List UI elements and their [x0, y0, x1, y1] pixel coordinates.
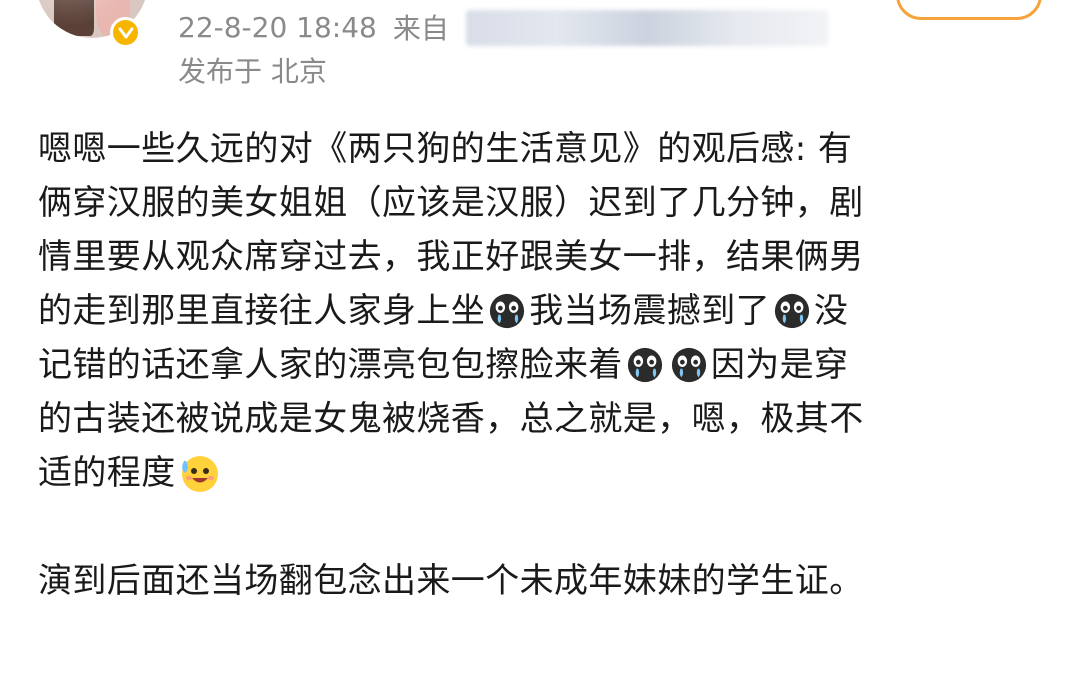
post-body: 嗯嗯一些久远的对《两只狗的生活意见》的观后感: 有 俩穿汉服的美女姐姐（应该是汉…	[38, 122, 1048, 608]
crying-emoji-icon	[490, 293, 525, 329]
post-text-line: 适的程度	[38, 446, 1048, 500]
post-text-line: 的走到那里直接往人家身上坐 我当场震撼到了 没	[38, 291, 849, 331]
post-text-line: 情里要从观众席穿过去，我正好跟美女一排，结果俩男	[38, 237, 864, 277]
sweat-smile-emoji-icon	[181, 456, 218, 492]
post-text-line: 的古装还被说成是女鬼被烧香，总之就是，嗯，极其不	[38, 399, 864, 439]
post-source-label: 来自	[392, 12, 449, 45]
post-text-line: 记错的话还拿人家的漂亮包包擦脸来着 因为是穿	[38, 345, 849, 385]
post-timestamp: 22-8-20 18:48	[178, 10, 377, 44]
crying-emoji-icon	[627, 347, 662, 383]
post-text-line: 俩穿汉服的美女姐姐（应该是汉服）迟到了几分钟，剧	[38, 183, 864, 223]
post-text-line: 嗯嗯一些久远的对《两只狗的生活意见》的观后感: 有	[38, 129, 853, 169]
blurred-source	[466, 10, 828, 46]
post-text-line: 演到后面还当场翻包念出来一个未成年妹妹的学生证。	[38, 561, 864, 601]
verified-badge-icon	[110, 17, 141, 48]
crying-emoji-icon	[671, 347, 706, 383]
post-meta: 22-8-20 18:48 来自	[178, 9, 449, 46]
follow-button[interactable]	[896, 0, 1042, 20]
weibo-post: 22-8-20 18:48 来自 发布于 北京 嗯嗯一些久远的对《两只狗的生活意…	[0, 0, 1080, 691]
post-location: 发布于 北京	[178, 55, 327, 88]
crying-emoji-icon	[774, 293, 810, 329]
